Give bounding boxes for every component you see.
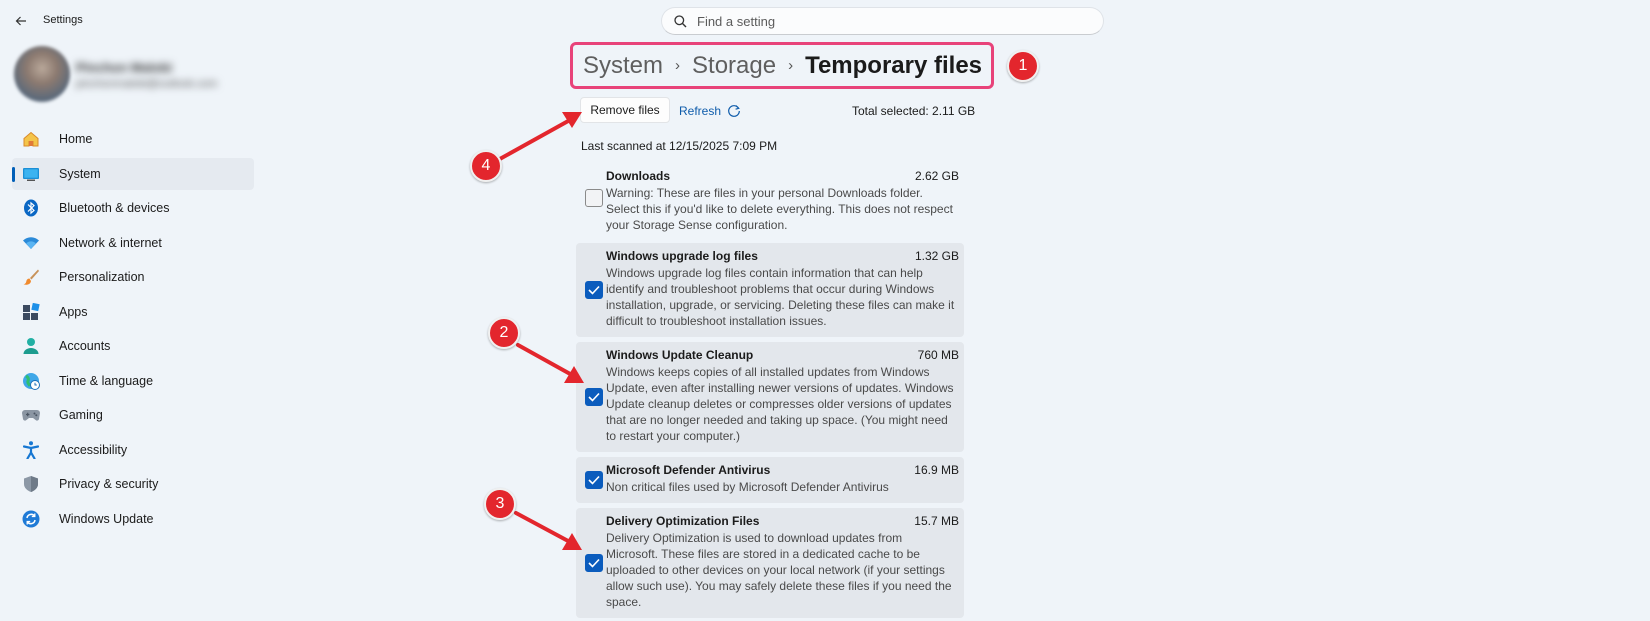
- annotation-arrow-3: [514, 511, 582, 550]
- annotation-arrow-4: [496, 112, 582, 162]
- annotation-badge-4: 4: [470, 150, 502, 182]
- annotation-arrow-2: [516, 343, 584, 383]
- annotation-badge-3: 3: [484, 488, 516, 520]
- annotation-arrows: [496, 112, 584, 550]
- annotation-badge-1: 1: [1007, 50, 1039, 82]
- annotation-badge-2: 2: [488, 317, 520, 349]
